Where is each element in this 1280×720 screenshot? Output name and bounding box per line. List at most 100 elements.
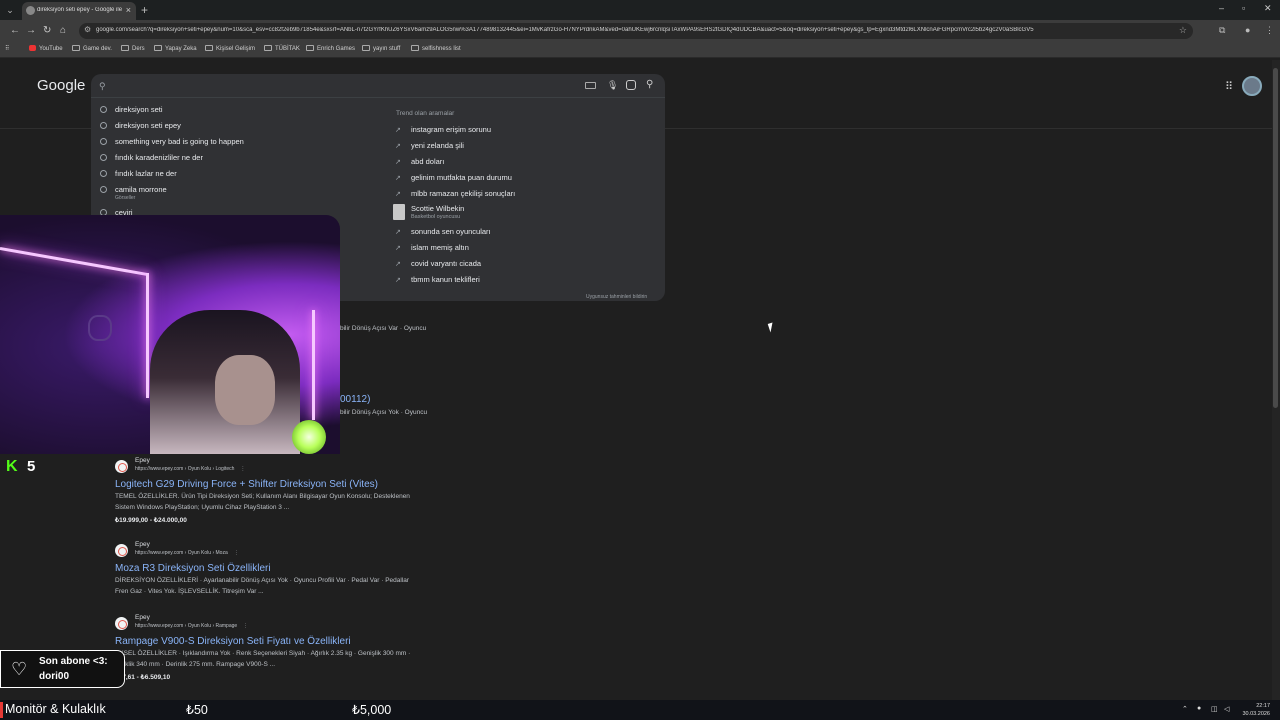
history-suggestion[interactable]: direksiyon seti — [100, 105, 163, 114]
history-suggestion[interactable]: direksiyon seti epey — [100, 121, 181, 130]
minimize-icon[interactable]: – — [1219, 3, 1224, 13]
bookmark-folder[interactable]: Ders — [121, 45, 145, 52]
chrome-menu-icon[interactable]: ⋮ — [1265, 25, 1274, 36]
reload-icon[interactable]: ↻ — [43, 25, 51, 36]
suggestion-label: yeni zelanda şili — [411, 141, 464, 150]
result-site-name: Epey — [135, 457, 150, 464]
tab-close-icon[interactable]: × — [126, 5, 131, 15]
tray-network-icon[interactable]: ◫ — [1211, 705, 1218, 713]
bookmark-folder[interactable]: Game dev. — [72, 45, 112, 52]
kick-logo-icon: K — [6, 458, 18, 475]
more-options-icon[interactable]: ⋮ — [240, 466, 245, 472]
trending-arrow-icon: ↗ — [395, 143, 401, 150]
partial-snippet: bilir Dönüş Açısı Var · Oyuncu — [340, 325, 427, 332]
history-suggestion[interactable]: something very bad is going to happen — [100, 137, 244, 146]
subscriber-name: dori00 — [39, 671, 70, 682]
microphone-icon[interactable]: 🎙︎ — [607, 80, 618, 91]
person-thumbnail[interactable] — [393, 204, 405, 220]
address-bar[interactable]: ⚙ google.com/search?q=direksiyon+seti+ep… — [79, 23, 1193, 39]
suggestion-label: gelinim mutfakta puan durumu — [411, 173, 512, 182]
suggestion-sublabel: Görseller — [115, 195, 136, 201]
browser-tab[interactable]: direksiyon seti epey - Google ile × — [22, 2, 136, 20]
bookmark-enrich-games[interactable]: Enrich Games — [306, 45, 355, 52]
trending-arrow-icon: ↗ — [395, 127, 401, 134]
google-logo[interactable]: Google — [37, 77, 85, 94]
tray-expand-icon[interactable]: ⌃ — [1182, 705, 1188, 713]
profile-icon[interactable]: ● — [1245, 25, 1250, 35]
bookmark-tubitak[interactable]: TÜBİTAK — [264, 45, 300, 52]
trending-suggestion[interactable]: ↗ islam memiş altın — [395, 243, 469, 252]
trending-arrow-icon: ↗ — [395, 229, 401, 236]
result-url: https://www.epey.com › Oyun Kolu › Logit… — [135, 466, 245, 472]
scrollbar-thumb[interactable] — [1273, 68, 1278, 408]
result-title-link[interactable]: Rampage V900-S Direksiyon Seti Fiyatı ve… — [115, 636, 351, 647]
bookmark-youtube[interactable]: YouTube — [29, 45, 63, 52]
trending-suggestion[interactable]: ↗ sonunda sen oyuncuları — [395, 227, 491, 236]
folder-icon — [205, 45, 213, 51]
google-favicon-icon — [26, 6, 35, 15]
maximize-icon[interactable]: ▫ — [1242, 3, 1245, 13]
search-submit-icon[interactable]: ⚲ — [646, 79, 653, 90]
new-tab-icon[interactable]: + — [141, 3, 148, 17]
result-snippet: Sistem Windows PlayStation; Uyumlu Cihaz… — [115, 504, 290, 511]
history-suggestion[interactable]: fındık karadenizliler ne der — [100, 153, 203, 162]
report-predictions-link[interactable]: Uygunsuz tahminleri bildirin — [586, 294, 647, 300]
folder-icon — [154, 45, 162, 51]
suggestion-label: something very bad is going to happen — [115, 137, 244, 146]
apps-grid-icon[interactable]: ⠿ — [5, 45, 9, 52]
history-suggestion[interactable]: fındık lazlar ne der — [100, 169, 177, 178]
result-snippet: TEMEL ÖZELLİKLER. Ürün Tipi Direksiyon S… — [115, 493, 410, 500]
home-icon[interactable]: ⌂ — [60, 25, 66, 36]
tab-search-icon[interactable]: ⌄ — [4, 4, 16, 16]
bookmark-folder[interactable]: yayın stuff — [362, 45, 400, 52]
bookmark-star-icon[interactable]: ☆ — [1179, 25, 1187, 36]
trending-suggestion[interactable]: ↗ abd doları — [395, 157, 444, 166]
google-lens-icon[interactable] — [626, 80, 636, 90]
taskbar-clock[interactable]: 22:17 30.03.2026 — [1236, 702, 1270, 718]
forward-icon[interactable]: → — [26, 25, 36, 36]
history-clock-icon — [100, 106, 107, 113]
more-options-icon[interactable]: ⋮ — [234, 550, 239, 556]
led-strip — [312, 310, 315, 420]
google-apps-icon[interactable]: ⠿ — [1225, 80, 1233, 93]
page-icon — [264, 45, 272, 51]
tray-mic-icon[interactable]: ● — [1197, 705, 1201, 712]
clock-time: 22:17 — [1256, 703, 1270, 709]
bookmark-folder[interactable]: selfishness list — [411, 45, 461, 52]
trending-suggestion[interactable]: ↗ mlbb ramazan çekilişi sonuçları — [395, 189, 515, 198]
trending-suggestion[interactable]: ↗ tbmm kanun teklifleri — [395, 275, 480, 284]
viewer-count: 5 — [27, 458, 36, 475]
history-suggestion[interactable]: camila morrone — [100, 185, 167, 194]
bookmark-folder[interactable]: Kişisel Gelişim — [205, 45, 255, 52]
trending-suggestion[interactable]: ↗ instagram erişim sorunu — [395, 125, 491, 134]
bookmark-label: Enrich Games — [317, 46, 356, 52]
extensions-icon[interactable]: ⧉ — [1219, 25, 1225, 36]
trending-suggestion[interactable]: ↗ covid varyantı cicada — [395, 259, 481, 268]
subscriber-label: Son abone <3: — [39, 656, 108, 667]
trending-person-sub: Basketbol oyuncusu — [411, 214, 461, 220]
trending-suggestion[interactable]: ↗ yeni zelanda şili — [395, 141, 464, 150]
result-url-text: https://www.epey.com › Oyun Kolu › Logit… — [135, 466, 235, 472]
back-icon[interactable]: ← — [10, 25, 20, 36]
trending-suggestion[interactable]: ↗ gelinim mutfakta puan durumu — [395, 173, 512, 182]
address-url[interactable]: google.com/search?q=direksiyon+seti+epey… — [96, 27, 1166, 33]
trending-heading: Trend olan aramalar — [396, 110, 455, 117]
clock-date: 30.03.2026 — [1242, 711, 1270, 717]
mouse-cursor-icon — [767, 322, 776, 333]
suggestion-label: fındık lazlar ne der — [115, 169, 177, 178]
close-window-icon[interactable]: ✕ — [1264, 3, 1272, 14]
ticker-accent — [0, 702, 3, 718]
suggestion-label: direksiyon seti epey — [115, 121, 181, 130]
bookmark-folder[interactable]: Yapay Zeka — [154, 45, 197, 52]
tray-volume-icon[interactable]: ◁ — [1224, 705, 1229, 713]
page-scrollbar[interactable] — [1272, 60, 1280, 700]
more-options-icon[interactable]: ⋮ — [243, 623, 248, 629]
partial-result-link[interactable]: 00112) — [340, 394, 370, 405]
keyboard-icon[interactable] — [585, 82, 596, 89]
microphone-light — [292, 420, 326, 454]
avatar[interactable] — [1242, 76, 1262, 96]
trending-person-name[interactable]: Scottie Wilbekin — [411, 204, 464, 213]
result-title-link[interactable]: Logitech G29 Driving Force + Shifter Dir… — [115, 479, 378, 490]
result-title-link[interactable]: Moza R3 Direksiyon Seti Özellikleri — [115, 563, 271, 574]
site-info-icon[interactable]: ⚙ — [84, 25, 91, 34]
